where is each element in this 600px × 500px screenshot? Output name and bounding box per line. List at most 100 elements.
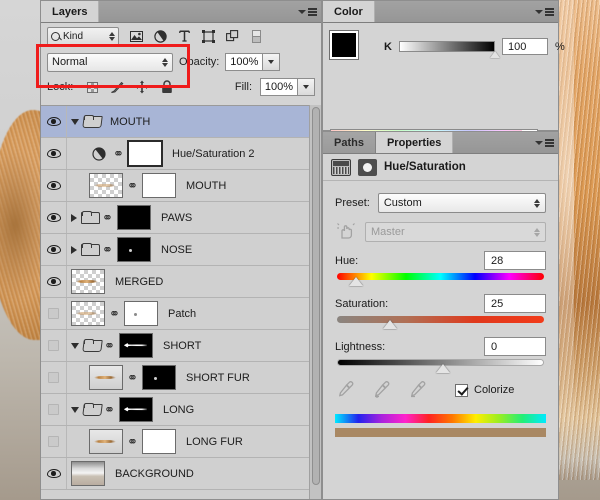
layer-visibility-cell[interactable] — [41, 202, 67, 233]
filter-shape-icon[interactable] — [201, 29, 216, 44]
mask-link-icon[interactable]: ⚭ — [127, 178, 138, 194]
colorize-control[interactable]: Colorize — [455, 383, 514, 397]
group-disclosure-triangle-icon[interactable] — [71, 245, 77, 254]
layer-mask-thumbnail[interactable] — [142, 173, 176, 198]
mask-link-icon[interactable]: ⚭ — [104, 402, 115, 418]
layer-visibility-eye-icon[interactable] — [46, 181, 61, 190]
eyedropper-icon[interactable] — [337, 380, 357, 400]
layer-visibility-eye-icon[interactable] — [46, 117, 61, 126]
layer-row[interactable]: ⚭ Patch — [41, 298, 309, 330]
mask-link-icon[interactable]: ⚭ — [104, 338, 115, 354]
lock-image-brush-icon[interactable] — [110, 80, 124, 94]
layer-thumbnail[interactable] — [89, 173, 123, 198]
layer-mask-thumbnail[interactable] — [119, 333, 153, 358]
layer-row[interactable]: ⚭ LONG — [41, 394, 309, 426]
layer-visibility-cell[interactable] — [41, 426, 67, 457]
k-slider-thumb[interactable] — [489, 51, 500, 58]
layer-visibility-empty-icon[interactable] — [48, 372, 59, 383]
mask-link-icon[interactable]: ⚭ — [102, 242, 113, 258]
opacity-value[interactable]: 100% — [225, 53, 264, 71]
hue-slider-thumb[interactable] — [349, 277, 364, 286]
layer-row[interactable]: ⚭ Hue/Saturation 2 — [41, 138, 309, 170]
opacity-control[interactable]: 100% — [225, 53, 281, 71]
layer-row-body[interactable]: ⚭ Patch — [67, 298, 309, 329]
eyedropper-subtract-icon[interactable] — [409, 380, 429, 400]
layer-visibility-cell[interactable] — [41, 234, 67, 265]
saturation-slider-track[interactable] — [337, 316, 544, 329]
layer-visibility-eye-icon[interactable] — [46, 469, 61, 478]
lightness-slider-thumb[interactable] — [436, 364, 451, 373]
lightness-value[interactable]: 0 — [484, 337, 546, 356]
layer-row[interactable]: ⚭ NOSE — [41, 234, 309, 266]
layer-row[interactable]: MERGED — [41, 266, 309, 298]
layer-visibility-empty-icon[interactable] — [48, 436, 59, 447]
layer-thumbnail[interactable] — [71, 301, 105, 326]
layer-mask-thumbnail[interactable] — [117, 237, 151, 262]
blend-mode-select[interactable]: Normal — [47, 52, 173, 72]
layer-visibility-cell[interactable] — [41, 170, 67, 201]
filter-smart-object-icon[interactable] — [225, 29, 240, 44]
layer-visibility-cell[interactable] — [41, 330, 67, 361]
targeted-adjustment-hand-icon[interactable] — [335, 222, 357, 242]
layer-visibility-empty-icon[interactable] — [48, 404, 59, 415]
layer-row-body[interactable]: MOUTH — [67, 106, 309, 137]
lightness-slider-track[interactable] — [337, 359, 544, 373]
saturation-slider-thumb[interactable] — [382, 320, 397, 329]
layer-mask-thumbnail[interactable] — [142, 429, 176, 454]
group-disclosure-triangle-icon[interactable] — [71, 342, 79, 349]
eyedropper-add-icon[interactable] — [373, 380, 393, 400]
layer-visibility-eye-icon[interactable] — [46, 277, 61, 286]
group-disclosure-triangle-icon[interactable] — [71, 406, 79, 413]
layer-row-body[interactable]: ⚭ SHORT — [67, 330, 309, 361]
filter-kind-select[interactable]: Kind — [47, 26, 119, 46]
layer-visibility-empty-icon[interactable] — [48, 340, 59, 351]
layer-visibility-cell[interactable] — [41, 362, 67, 393]
layer-mask-thumbnail[interactable] — [119, 397, 153, 422]
layers-vertical-scrollbar[interactable] — [309, 105, 321, 499]
layer-visibility-cell[interactable] — [41, 266, 67, 297]
adjustment-thumbnail-icon[interactable] — [89, 146, 109, 161]
layer-row[interactable]: ⚭ SHORT — [41, 330, 309, 362]
layer-visibility-eye-icon[interactable] — [46, 213, 61, 222]
foreground-color-swatch[interactable] — [329, 30, 359, 60]
layer-row[interactable]: ⚭ PAWS — [41, 202, 309, 234]
layer-row-body[interactable]: BACKGROUND — [67, 458, 309, 489]
layer-row[interactable]: ⚭ LONG FUR — [41, 426, 309, 458]
layer-mask-thumbnail[interactable] — [142, 365, 176, 390]
mask-link-icon[interactable]: ⚭ — [127, 370, 138, 386]
group-disclosure-triangle-icon[interactable] — [71, 118, 79, 125]
layer-row-body[interactable]: ⚭ LONG — [67, 394, 309, 425]
layer-mask-thumbnail[interactable] — [117, 205, 151, 230]
filter-pixel-icon[interactable] — [129, 29, 144, 44]
layer-row[interactable]: MOUTH — [41, 106, 309, 138]
hue-slider-track[interactable] — [337, 273, 544, 286]
layer-visibility-eye-icon[interactable] — [46, 149, 61, 158]
layer-row-body[interactable]: ⚭ NOSE — [67, 234, 309, 265]
fill-control[interactable]: 100% — [260, 78, 315, 96]
layer-row[interactable]: ⚭ SHORT FUR — [41, 362, 309, 394]
layer-row[interactable]: ⚭ MOUTH — [41, 170, 309, 202]
layer-mask-icon[interactable] — [358, 158, 377, 176]
group-disclosure-triangle-icon[interactable] — [71, 213, 77, 222]
layer-row-body[interactable]: ⚭ SHORT FUR — [67, 362, 309, 393]
layer-mask-thumbnail[interactable] — [127, 140, 163, 167]
tab-layers[interactable]: Layers — [41, 1, 100, 22]
layer-thumbnail[interactable] — [89, 429, 123, 454]
fill-dropdown-button[interactable] — [298, 78, 315, 96]
layer-row[interactable]: BACKGROUND — [41, 458, 309, 490]
mask-link-icon[interactable]: ⚭ — [127, 434, 138, 450]
layer-visibility-cell[interactable] — [41, 138, 67, 169]
layer-row-body[interactable]: ⚭ MOUTH — [67, 170, 309, 201]
layer-visibility-cell[interactable] — [41, 394, 67, 425]
filter-toggle-icon[interactable] — [249, 29, 264, 44]
tab-paths[interactable]: Paths — [323, 132, 376, 153]
layer-row-body[interactable]: ⚭ PAWS — [67, 202, 309, 233]
mask-link-icon[interactable]: ⚭ — [109, 306, 120, 322]
layer-thumbnail[interactable] — [71, 269, 105, 294]
layer-row-body[interactable]: ⚭ Hue/Saturation 2 — [67, 138, 309, 169]
k-channel-slider[interactable] — [398, 41, 500, 58]
layer-visibility-empty-icon[interactable] — [48, 308, 59, 319]
color-panel-menu-icon[interactable] — [535, 6, 554, 18]
tab-color[interactable]: Color — [323, 1, 375, 22]
layer-thumbnail[interactable] — [89, 365, 123, 390]
